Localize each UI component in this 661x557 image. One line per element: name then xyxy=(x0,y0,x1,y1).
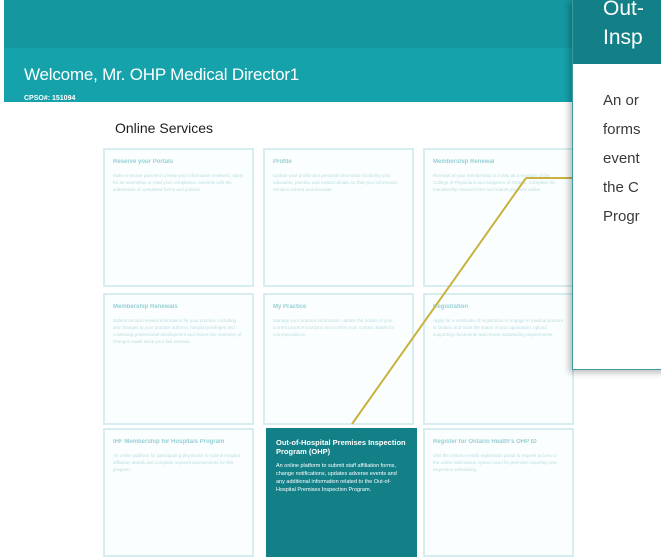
zoom-callout-panel: Out- Insp An or forms event the C Progr xyxy=(572,0,661,370)
zoom-body-line: forms xyxy=(603,121,641,138)
service-card-6[interactable]: Registration Apply for a certificate of … xyxy=(423,293,574,425)
service-card-7[interactable]: IHF Membership for Hospitals Program An … xyxy=(103,428,254,557)
service-card-5[interactable]: My Practice Manage your practice informa… xyxy=(263,293,414,425)
online-services-heading: Online Services xyxy=(115,120,214,136)
service-card-1[interactable]: Reserve your Portals Make a secure payme… xyxy=(103,148,254,287)
card-description: An online platform for participating phy… xyxy=(113,453,240,472)
service-card-9[interactable]: Register for Ontario Health's OHP ID Vis… xyxy=(423,428,574,557)
zoom-title-line: Out- xyxy=(603,0,644,20)
zoom-title: Out- Insp xyxy=(603,0,661,52)
card-description: Submit annual renewal information for yo… xyxy=(113,318,242,344)
card-title: Register for Ontario Health's OHP ID xyxy=(433,439,537,445)
card-description: Update your profile and personal informa… xyxy=(273,173,398,192)
zoom-body-line: event xyxy=(603,150,640,167)
welcome-banner: Welcome, Mr. OHP Medical Director1 CPSO#… xyxy=(4,48,661,102)
card-title: Out-of-Hospital Premises Inspection Prog… xyxy=(276,438,406,456)
service-card-3[interactable]: Membership Renewal Renewal of your membe… xyxy=(423,148,574,287)
card-title: Profile xyxy=(273,159,292,165)
card-description: Renewal of your membership is a duty as … xyxy=(433,173,556,192)
card-title: My Practice xyxy=(273,304,307,310)
top-header-bar xyxy=(4,0,661,48)
card-title: IHF Membership for Hospitals Program xyxy=(113,439,225,445)
card-description: Visit the Ontario Health registration po… xyxy=(433,453,557,472)
welcome-title: Welcome, Mr. OHP Medical Director1 xyxy=(24,65,300,84)
zoom-body: An or forms event the C Progr xyxy=(603,86,661,231)
card-title: Membership Renewals xyxy=(113,304,178,310)
card-title: Reserve your Portals xyxy=(113,159,174,165)
ohp-service-card[interactable]: Out-of-Hospital Premises Inspection Prog… xyxy=(266,428,417,557)
zoom-body-line: An or xyxy=(603,92,639,109)
service-card-2[interactable]: Profile Update your profile and personal… xyxy=(263,148,414,287)
service-card-4[interactable]: Membership Renewals Submit annual renewa… xyxy=(103,293,254,425)
card-title: Membership Renewal xyxy=(433,159,495,165)
card-description: Manage your practice information, update… xyxy=(273,318,395,337)
card-title: Registration xyxy=(433,304,469,310)
zoom-header: Out- Insp xyxy=(573,0,661,64)
card-description: Apply for a certificate of registration … xyxy=(433,318,564,337)
cpso-number: CPSO#: 151094 xyxy=(24,95,76,102)
zoom-title-line: Insp xyxy=(603,26,643,49)
card-description: An online platform to submit staff affil… xyxy=(276,463,397,493)
card-description: Make a secure payment to keep your infor… xyxy=(113,173,244,192)
zoom-body-line: Progr xyxy=(603,208,640,225)
zoom-body-line: the C xyxy=(603,179,639,196)
